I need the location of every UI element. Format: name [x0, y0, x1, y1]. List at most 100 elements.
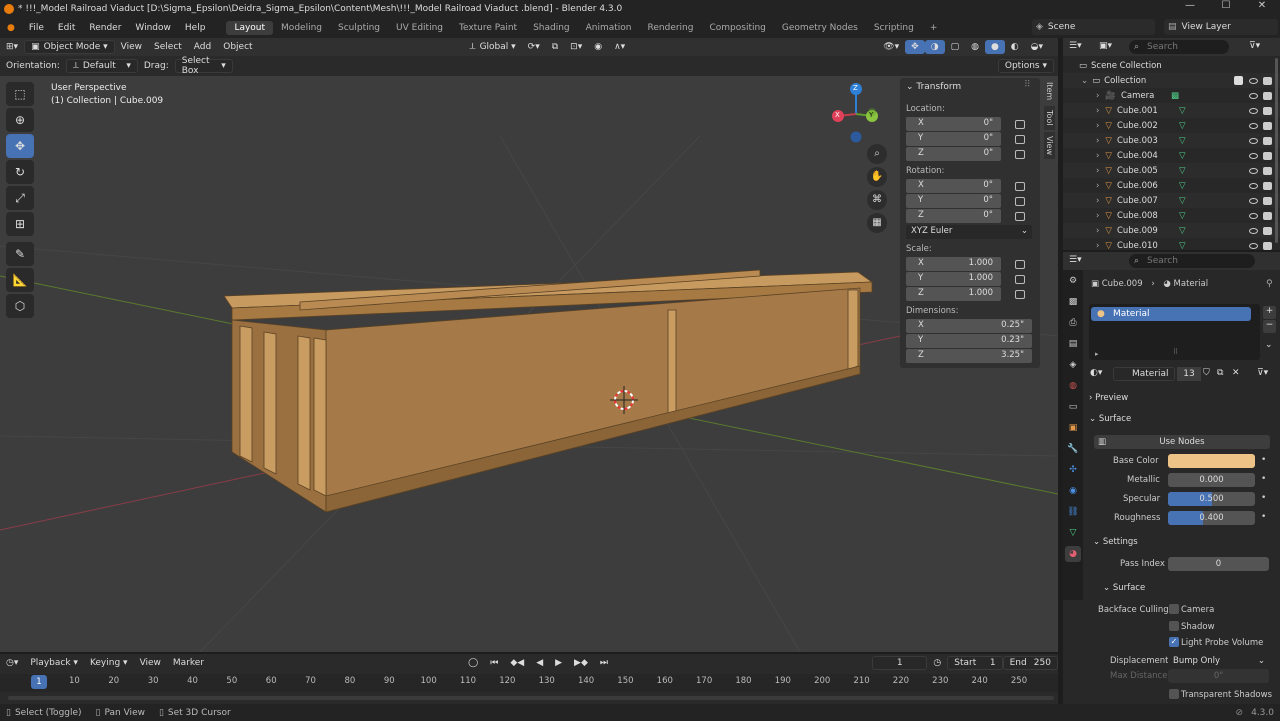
expand-icon[interactable]: › [1096, 91, 1099, 101]
mesh-data-icon[interactable]: ▽ [1179, 181, 1186, 191]
outliner-row[interactable]: › ▽ Cube.003 ▽ [1063, 133, 1280, 148]
menu-timeline-view[interactable]: View [134, 656, 167, 670]
menu-keying[interactable]: Keying ▾ [84, 656, 134, 670]
dimension-y-field[interactable]: Y 0.23" [906, 334, 1032, 348]
menu-window[interactable]: Window [128, 23, 178, 33]
particles-tab-icon[interactable]: ✣ [1065, 462, 1081, 478]
mesh-data-icon[interactable]: ▽ [1179, 196, 1186, 206]
camera-render-icon[interactable] [1263, 181, 1272, 190]
tool-tab-icon[interactable]: ⚙ [1065, 273, 1081, 289]
camera-render-icon[interactable] [1263, 151, 1272, 160]
shading-rendered-icon[interactable]: ◒▾ [1025, 40, 1049, 54]
material-name-field[interactable]: Material [1113, 367, 1175, 381]
rotation-x-field[interactable]: X 0° [906, 179, 1001, 193]
camera-render-icon[interactable] [1263, 211, 1272, 220]
annotate-tool-icon[interactable]: ✎ [6, 242, 34, 266]
menu-edit[interactable]: Edit [51, 23, 82, 33]
jump-end-icon[interactable]: ⏭ [594, 656, 614, 670]
settings-panel-header[interactable]: ⌄ Settings [1093, 537, 1138, 547]
eye-icon[interactable] [1249, 152, 1258, 159]
expand-icon[interactable]: › [1096, 181, 1099, 191]
preview-range-icon[interactable]: ◷ [927, 656, 947, 670]
max-distance-field[interactable]: 0" [1168, 669, 1269, 683]
tab-geometry-nodes[interactable]: Geometry Nodes [774, 21, 866, 35]
display-mode-icon[interactable]: ▣▾ [1099, 41, 1112, 51]
blender-menu-icon[interactable]: ● [0, 23, 22, 33]
outliner-row[interactable]: › 🎥 Camera ▩ [1063, 88, 1280, 103]
eye-icon[interactable] [1249, 137, 1258, 144]
eye-icon[interactable] [1249, 107, 1258, 114]
rotate-tool-icon[interactable]: ↻ [6, 160, 34, 184]
outliner-row[interactable]: › ▽ Cube.010 ▽ [1063, 238, 1280, 253]
scale-x-field[interactable]: X 1.000 [906, 257, 1001, 271]
camera-render-icon[interactable] [1263, 76, 1272, 85]
expand-icon[interactable]: › [1096, 151, 1099, 161]
shading-solid-icon[interactable]: ● [984, 40, 1005, 54]
expand-icon[interactable]: › [1096, 241, 1099, 251]
roughness-field[interactable]: 0.400 [1168, 511, 1255, 525]
camera-render-icon[interactable] [1263, 166, 1272, 175]
tab-tool[interactable]: Tool [1044, 106, 1055, 130]
frame-cursor[interactable]: 1 [31, 675, 47, 689]
close-icon[interactable]: ✕ [1244, 0, 1280, 11]
outliner-row-collection[interactable]: ⌄ ▭ Collection [1063, 73, 1280, 88]
material-filter-icon[interactable]: ⊽▾ [1257, 368, 1268, 378]
mesh-data-icon[interactable]: ▽ [1179, 166, 1186, 176]
current-frame-field[interactable]: 1 [872, 656, 928, 670]
surface-subpanel-header[interactable]: ⌄ Surface [1103, 583, 1145, 593]
camera-render-icon[interactable] [1263, 121, 1272, 130]
autokey-icon[interactable]: ◯ [462, 656, 484, 670]
outliner-row[interactable]: › ▽ Cube.001 ▽ [1063, 103, 1280, 118]
output-tab-icon[interactable]: ⎙ [1065, 315, 1081, 331]
data-tab-icon[interactable]: ▽ [1065, 525, 1081, 541]
jump-start-icon[interactable]: ⏮ [484, 656, 504, 670]
drag-dropdown[interactable]: Select Box ▾ [174, 56, 233, 76]
expand-icon[interactable]: › [1096, 166, 1099, 176]
menu-select[interactable]: Select [148, 40, 188, 54]
mesh-data-icon[interactable]: ▽ [1179, 226, 1186, 236]
select-box-tool-icon[interactable]: ⬚ [6, 82, 34, 106]
shading-wireframe-icon[interactable]: ◍ [965, 40, 985, 54]
menu-render[interactable]: Render [82, 23, 128, 33]
filter-icon[interactable]: ⊽▾ [1249, 41, 1260, 51]
eye-icon[interactable] [1249, 227, 1258, 234]
outliner-search[interactable]: ⌕ Search [1129, 40, 1229, 54]
dimension-x-field[interactable]: X 0.25" [906, 319, 1032, 333]
location-y-field[interactable]: Y 0" [906, 132, 1001, 146]
tab-shading[interactable]: Shading [525, 21, 578, 35]
snap-target-icon[interactable]: ⊡▾ [564, 40, 588, 54]
constraints-tab-icon[interactable]: ⛓ [1065, 504, 1081, 520]
menu-object[interactable]: Object [217, 40, 258, 54]
render-tab-icon[interactable]: ▩ [1065, 294, 1081, 310]
eye-icon[interactable] [1249, 197, 1258, 204]
rotation-z-field[interactable]: Z 0° [906, 209, 1001, 223]
xray-icon[interactable]: ▢ [945, 40, 966, 54]
object-tab-icon[interactable]: ▣ [1065, 420, 1081, 436]
camera-view-icon[interactable]: ⌘ [867, 190, 887, 210]
add-cube-tool-icon[interactable]: ⬡ [6, 294, 34, 318]
keyframe-dot-icon[interactable]: • [1261, 474, 1266, 484]
surface-panel-header[interactable]: ⌄ Surface [1089, 414, 1131, 424]
proportional-edit-icon[interactable]: ◉ [588, 40, 608, 54]
move-tool-icon[interactable]: ✥ [6, 134, 34, 158]
eye-icon[interactable] [1249, 212, 1258, 219]
material-users-count[interactable]: 13 [1177, 367, 1201, 381]
perspective-toggle-icon[interactable]: ▦ [867, 213, 887, 233]
mesh-data-icon[interactable]: ▽ [1179, 121, 1186, 131]
overlay-toggle-icon[interactable]: ◑ [924, 40, 945, 54]
cursor-tool-icon[interactable]: ⊕ [6, 108, 34, 132]
eye-icon[interactable] [1249, 167, 1258, 174]
fake-user-icon[interactable]: ⛉ [1203, 368, 1210, 378]
tab-sculpting[interactable]: Sculpting [330, 21, 388, 35]
zoom-icon[interactable]: ⌕ [867, 144, 887, 164]
preview-panel-header[interactable]: › Preview [1089, 393, 1128, 403]
prev-keyframe-icon[interactable]: ◆◀ [504, 656, 530, 670]
pan-hand-icon[interactable]: ✋ [867, 167, 887, 187]
falloff-icon[interactable]: ∧▾ [608, 40, 631, 54]
collection-tab-icon[interactable]: ▭ [1065, 399, 1081, 415]
mesh-data-icon[interactable]: ▽ [1179, 211, 1186, 221]
frame-ruler[interactable]: 1102030405060708090100110120130140150160… [0, 674, 1058, 692]
timeline-editor-type-icon[interactable]: ◷▾ [0, 656, 24, 670]
panel-drag-icon[interactable]: ⠿ [1024, 80, 1031, 90]
lock-icon[interactable] [1015, 150, 1025, 159]
